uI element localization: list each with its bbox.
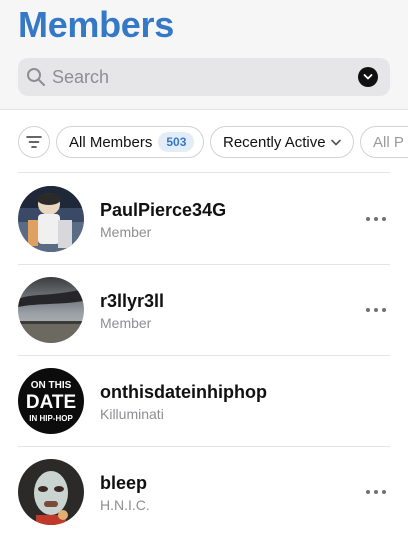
- avatar[interactable]: ON THIS DATE IN HIP-HOP: [18, 368, 84, 434]
- logo-badge: ON THIS DATE IN HIP-HOP: [18, 368, 84, 434]
- member-name[interactable]: r3llyr3ll: [100, 291, 164, 312]
- avatar[interactable]: [18, 186, 84, 252]
- member-role: H.N.I.C.: [100, 497, 150, 513]
- chevron-down-icon: [363, 74, 373, 80]
- search-input[interactable]: [52, 58, 352, 96]
- avatar[interactable]: [18, 277, 84, 343]
- avatar[interactable]: [18, 459, 84, 525]
- logo-text-line: IN HIP-HOP: [29, 414, 73, 423]
- member-row[interactable]: bleep H.N.I.C.: [0, 447, 408, 537]
- more-icon[interactable]: [366, 216, 386, 222]
- more-icon[interactable]: [366, 489, 386, 495]
- member-row[interactable]: r3llyr3ll Member: [0, 265, 408, 355]
- chip-label: All Members: [69, 133, 153, 151]
- more-icon[interactable]: [366, 307, 386, 313]
- sky-landscape-photo: [18, 277, 84, 343]
- divider: [18, 172, 390, 173]
- member-name[interactable]: bleep: [100, 473, 147, 494]
- filter-icon: [26, 136, 42, 148]
- chip-all-p[interactable]: All P: [360, 126, 408, 158]
- filter-button[interactable]: [18, 126, 50, 158]
- chevron-down-icon: [330, 139, 341, 145]
- member-row[interactable]: ON THIS DATE IN HIP-HOP onthisdateinhiph…: [0, 356, 408, 446]
- logo-text-line: DATE: [26, 392, 76, 413]
- member-role: Member: [100, 224, 152, 240]
- chip-all-members[interactable]: All Members 503: [56, 126, 204, 158]
- chip-label: All P: [373, 133, 404, 151]
- search-bar[interactable]: [18, 58, 390, 96]
- member-name[interactable]: PaulPierce34G: [100, 200, 226, 221]
- member-role: Killuminati: [100, 406, 164, 422]
- member-row[interactable]: PaulPierce34G Member: [0, 174, 408, 264]
- masked-person-photo: [18, 459, 84, 525]
- filter-bar: All Members 503 Recently Active All P: [0, 126, 408, 158]
- mascot-photo: [18, 186, 84, 252]
- member-role: Member: [100, 315, 152, 331]
- search-options-button[interactable]: [358, 67, 378, 87]
- member-count-badge: 503: [158, 132, 195, 152]
- search-icon: [27, 68, 45, 86]
- page-title: Members: [18, 4, 174, 45]
- chip-label: Recently Active: [223, 133, 326, 151]
- member-name[interactable]: onthisdateinhiphop: [100, 382, 267, 403]
- header: Members: [0, 0, 408, 110]
- chip-recently-active[interactable]: Recently Active: [210, 126, 354, 158]
- logo-text-line: ON THIS: [31, 380, 72, 391]
